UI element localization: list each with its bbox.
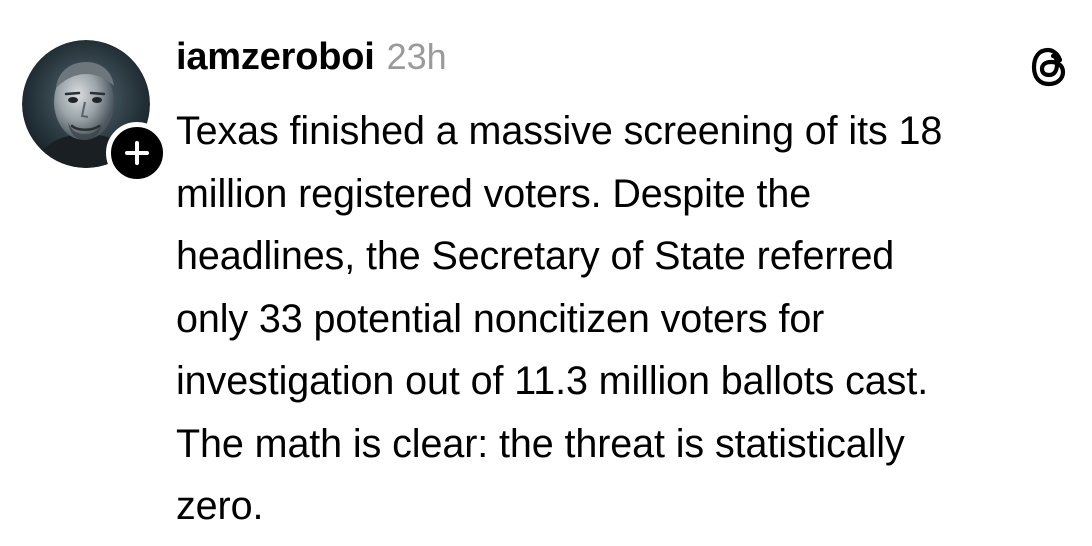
follow-button[interactable] (106, 122, 168, 184)
avatar-container[interactable] (22, 40, 168, 184)
post-text-line: The math is clear: the threat is statist… (176, 421, 905, 466)
threads-icon (1031, 47, 1066, 87)
post-timestamp: 23h (386, 36, 447, 77)
plus-icon (125, 141, 149, 165)
post-body: Texas finished a massive screening of it… (176, 100, 1076, 538)
post-text-line: investigation out of 11.3 million ballot… (176, 359, 929, 403)
post-text-line: only 33 potential noncitizen voters for (176, 296, 825, 341)
post-text-line: headlines, the Secretary of State referr… (176, 234, 895, 278)
post-text-line: million registered voters. Despite the (176, 171, 812, 216)
post-text-line: zero. (176, 484, 264, 528)
threads-post: iamzeroboi 23h Texas finished a massive … (0, 0, 1092, 546)
post-text-line: Texas finished a massive screening of it… (176, 109, 943, 153)
post-header: iamzeroboi 23h (176, 36, 447, 86)
username-link[interactable]: iamzeroboi (176, 36, 375, 79)
